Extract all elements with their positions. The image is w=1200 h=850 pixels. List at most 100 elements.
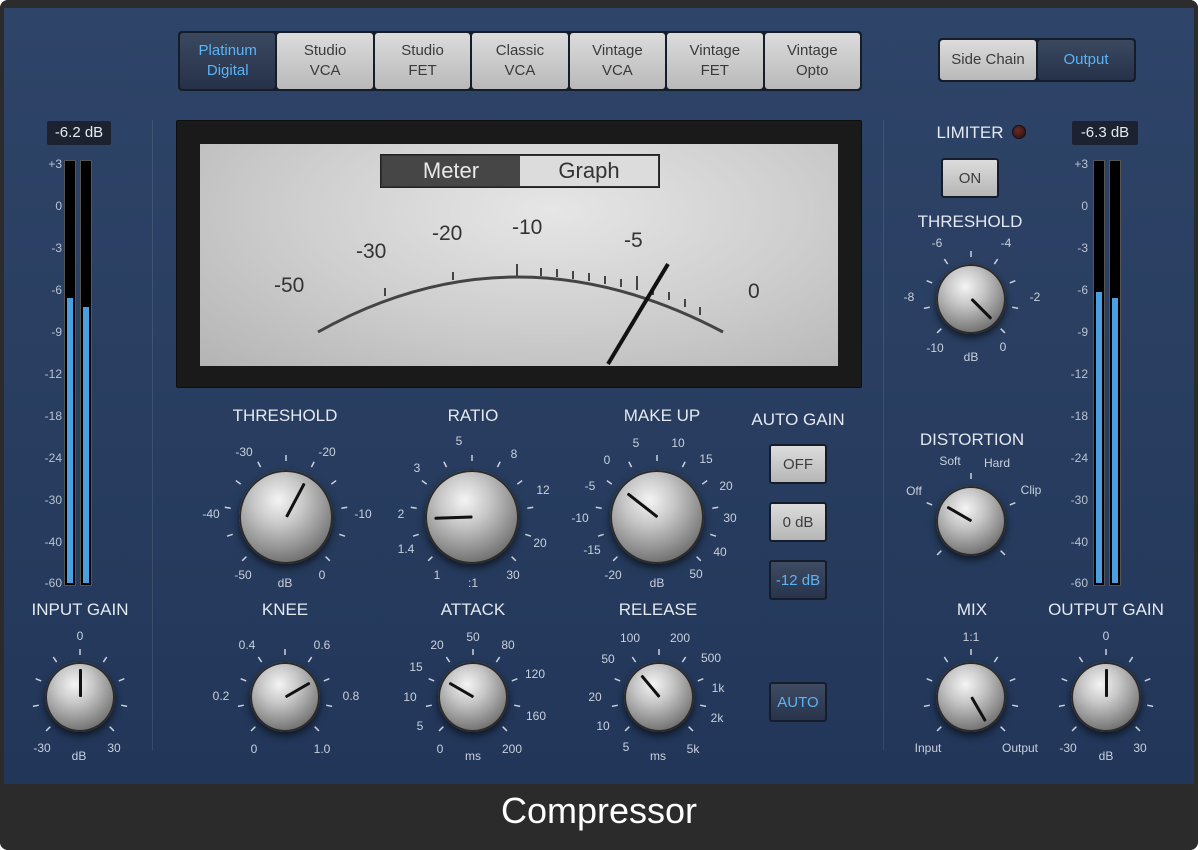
threshold-knob[interactable] [239, 470, 333, 564]
knee-knob[interactable] [250, 662, 320, 732]
threshold-tick: -10 [354, 507, 372, 521]
meter-scale-label: -3 [1077, 241, 1088, 255]
attack-unit: ms [465, 749, 481, 763]
model-label-line1: Platinum [198, 42, 257, 59]
meter-scale-label: -3 [51, 241, 62, 255]
input-gain-tick: -30 [33, 741, 51, 755]
release-tick: 500 [700, 651, 722, 665]
meter-scale-label: -12 [44, 367, 62, 381]
release-tick: 20 [588, 690, 602, 704]
model-studio-vca[interactable]: Studio VCA [277, 33, 373, 89]
attack-tick: 20 [430, 638, 444, 652]
side-chain-button[interactable]: Side Chain [940, 40, 1036, 80]
model-label-line1: Studio [303, 42, 347, 59]
model-label-line1: Vintage [592, 42, 643, 59]
plugin-title: Compressor [500, 790, 698, 831]
mix-knob[interactable] [936, 662, 1006, 732]
knob-indicator [639, 674, 661, 698]
makeup-tick: 5 [632, 436, 640, 450]
model-label-line1: Classic [495, 42, 545, 59]
meter-scale-label: -18 [1070, 409, 1088, 423]
model-vintage-vca[interactable]: Vintage VCA [569, 33, 666, 89]
input-meter-left [64, 160, 76, 586]
limiter-tick: -10 [926, 341, 944, 355]
meter-scale-label: -40 [1070, 535, 1088, 549]
release-tick: 10 [596, 719, 610, 733]
output-meter-left-fill [1096, 291, 1102, 583]
model-vintage-opto[interactable]: Vintage Opto [764, 33, 860, 89]
knee-tick: 0.4 [238, 638, 256, 652]
limiter-threshold-knob[interactable] [936, 264, 1006, 334]
distortion-tick: Hard [983, 456, 1011, 470]
threshold-tick: -20 [318, 445, 336, 459]
distortion-tick: Soft [939, 454, 961, 468]
meter-scale-label: -30 [1070, 493, 1088, 507]
meter-scale-label: -40 [44, 535, 62, 549]
model-label-line1: Vintage [786, 42, 838, 59]
ratio-label: RATIO [447, 406, 499, 425]
makeup-tick: 10 [671, 436, 685, 450]
attack-tick: 10 [403, 690, 417, 704]
release-knob[interactable] [624, 662, 694, 732]
vu-meter-scale: -50 -30 -20 -10 -5 0 [274, 216, 760, 366]
threshold-tick: -50 [234, 568, 252, 582]
mix-ratio: 1:1 [962, 630, 980, 644]
auto-gain-off-button[interactable]: OFF [769, 444, 827, 484]
makeup-unit: dB [649, 576, 665, 590]
output-meter-left [1093, 160, 1105, 586]
limiter-tick: -4 [1000, 236, 1012, 250]
output-gain-knob[interactable] [1071, 662, 1141, 732]
limiter-threshold-label: THRESHOLD [917, 212, 1023, 231]
distortion-knob[interactable] [936, 486, 1006, 556]
makeup-label: MAKE UP [623, 406, 701, 425]
release-tick: 5 [622, 740, 630, 754]
release-tick: 5k [686, 742, 700, 756]
threshold-tick: 0 [318, 568, 326, 582]
distortion-tick: Clip [1020, 483, 1042, 497]
knob-indicator [946, 505, 972, 523]
input-gain-tick: 30 [107, 741, 121, 755]
input-gain-knob[interactable] [45, 662, 115, 732]
model-studio-fet[interactable]: Studio FET [374, 33, 471, 89]
release-unit: ms [650, 749, 666, 763]
makeup-tick: -20 [604, 568, 622, 582]
limiter-label: LIMITER [936, 123, 1004, 142]
limiter-led [1012, 125, 1026, 139]
makeup-tick: -10 [571, 511, 589, 525]
mix-input-label: Input [914, 741, 942, 755]
input-gain-label: INPUT GAIN [31, 600, 129, 619]
release-tick: 200 [669, 631, 691, 645]
output-gain-tick: -30 [1059, 741, 1077, 755]
makeup-tick: 40 [713, 545, 727, 559]
makeup-knob[interactable] [610, 470, 704, 564]
ratio-knob[interactable] [425, 470, 519, 564]
ratio-unit: :1 [467, 576, 479, 590]
meter-scale-label: -60 [1070, 576, 1088, 590]
meter-scale-label: -24 [1070, 451, 1088, 465]
knee-tick: 0.8 [342, 689, 360, 703]
model-classic-vca[interactable]: Classic VCA [472, 33, 568, 89]
threshold-label: THRESHOLD [232, 406, 338, 425]
window-top-bar [0, 0, 1198, 8]
meter-scale-label: +3 [48, 157, 62, 171]
meter-scale-label: -30 [44, 493, 62, 507]
knob-indicator [284, 681, 310, 699]
auto-gain-minus12db-button[interactable]: -12 dB [769, 560, 827, 600]
output-button[interactable]: Output [1038, 40, 1134, 80]
release-tick: 1k [711, 681, 725, 695]
model-label-line2: FET [408, 62, 437, 79]
auto-release-button[interactable]: AUTO [769, 682, 827, 722]
output-meter-right-fill [1112, 298, 1118, 583]
model-label-line1: Vintage [689, 42, 741, 59]
auto-gain-0db-button[interactable]: 0 dB [769, 502, 827, 542]
model-vintage-fet[interactable]: Vintage FET [667, 33, 763, 89]
ratio-tick: 3 [413, 461, 421, 475]
meter-scale-label: -12 [1070, 367, 1088, 381]
limiter-tick: -8 [903, 290, 915, 304]
model-platinum-digital[interactable]: Platinum Digital [180, 33, 276, 89]
limiter-on-button[interactable]: ON [941, 158, 999, 198]
knob-indicator [78, 669, 82, 697]
makeup-tick: 0 [603, 453, 611, 467]
attack-knob[interactable] [438, 662, 508, 732]
limiter-tick: -2 [1029, 290, 1041, 304]
